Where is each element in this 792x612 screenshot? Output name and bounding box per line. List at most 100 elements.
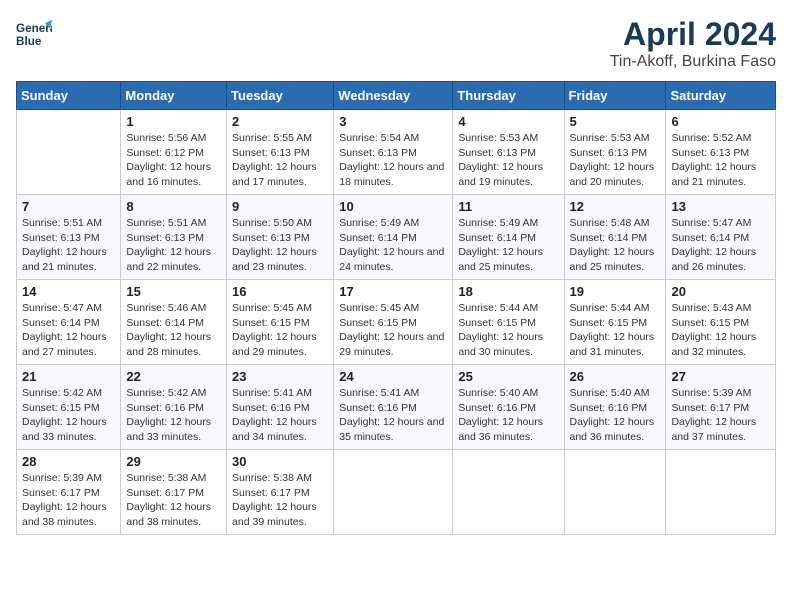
calendar-table: SundayMondayTuesdayWednesdayThursdayFrid…: [16, 81, 776, 535]
day-number: 1: [126, 114, 221, 129]
day-info: Sunrise: 5:45 AMSunset: 6:15 PMDaylight:…: [232, 301, 328, 360]
day-number: 9: [232, 199, 328, 214]
day-info: Sunrise: 5:44 AMSunset: 6:15 PMDaylight:…: [458, 301, 558, 360]
logo-icon: General Blue: [16, 16, 52, 52]
header-day-sunday: Sunday: [17, 82, 121, 110]
day-info: Sunrise: 5:56 AMSunset: 6:12 PMDaylight:…: [126, 131, 221, 190]
calendar-cell: 1 Sunrise: 5:56 AMSunset: 6:12 PMDaylight…: [121, 110, 227, 195]
day-number: 28: [22, 454, 115, 469]
week-row-4: 21 Sunrise: 5:42 AMSunset: 6:15 PMDayligh…: [17, 365, 776, 450]
calendar-cell: 21 Sunrise: 5:42 AMSunset: 6:15 PMDayligh…: [17, 365, 121, 450]
day-info: Sunrise: 5:43 AMSunset: 6:15 PMDaylight:…: [671, 301, 770, 360]
day-info: Sunrise: 5:40 AMSunset: 6:16 PMDaylight:…: [458, 386, 558, 445]
week-row-1: 1 Sunrise: 5:56 AMSunset: 6:12 PMDaylight…: [17, 110, 776, 195]
day-info: Sunrise: 5:51 AMSunset: 6:13 PMDaylight:…: [22, 216, 115, 275]
day-info: Sunrise: 5:50 AMSunset: 6:13 PMDaylight:…: [232, 216, 328, 275]
calendar-cell: [334, 450, 453, 535]
calendar-cell: 26 Sunrise: 5:40 AMSunset: 6:16 PMDayligh…: [564, 365, 666, 450]
calendar-cell: 30 Sunrise: 5:38 AMSunset: 6:17 PMDayligh…: [227, 450, 334, 535]
calendar-cell: 4Sunrise: 5:53 AMSunset: 6:13 PMDaylight…: [453, 110, 564, 195]
day-number: 15: [126, 284, 221, 299]
day-info: Sunrise: 5:38 AMSunset: 6:17 PMDaylight:…: [126, 471, 221, 530]
calendar-cell: 27 Sunrise: 5:39 AMSunset: 6:17 PMDayligh…: [666, 365, 776, 450]
calendar-cell: [564, 450, 666, 535]
day-info: Sunrise: 5:55 AMSunset: 6:13 PMDaylight:…: [232, 131, 328, 190]
day-info: Sunrise: 5:53 AMSunset: 6:13 PMDaylight:…: [570, 131, 661, 190]
svg-text:Blue: Blue: [16, 35, 42, 48]
day-number: 6: [671, 114, 770, 129]
calendar-cell: 6 Sunrise: 5:52 AMSunset: 6:13 PMDaylight…: [666, 110, 776, 195]
day-number: 22: [126, 369, 221, 384]
calendar-cell: 8 Sunrise: 5:51 AMSunset: 6:13 PMDaylight…: [121, 195, 227, 280]
calendar-cell: 9 Sunrise: 5:50 AMSunset: 6:13 PMDaylight…: [227, 195, 334, 280]
calendar-cell: 20 Sunrise: 5:43 AMSunset: 6:15 PMDayligh…: [666, 280, 776, 365]
day-number: 5: [570, 114, 661, 129]
calendar-cell: 25 Sunrise: 5:40 AMSunset: 6:16 PMDayligh…: [453, 365, 564, 450]
day-info: Sunrise: 5:51 AMSunset: 6:13 PMDaylight:…: [126, 216, 221, 275]
day-number: 16: [232, 284, 328, 299]
calendar-cell: 14 Sunrise: 5:47 AMSunset: 6:14 PMDayligh…: [17, 280, 121, 365]
day-info: Sunrise: 5:39 AMSunset: 6:17 PMDaylight:…: [671, 386, 770, 445]
day-info: Sunrise: 5:52 AMSunset: 6:13 PMDaylight:…: [671, 131, 770, 190]
day-number: 11: [458, 199, 558, 214]
day-info: Sunrise: 5:46 AMSunset: 6:14 PMDaylight:…: [126, 301, 221, 360]
day-number: 18: [458, 284, 558, 299]
calendar-cell: 12Sunrise: 5:48 AMSunset: 6:14 PMDayligh…: [564, 195, 666, 280]
day-info: Sunrise: 5:41 AMSunset: 6:16 PMDaylight:…: [232, 386, 328, 445]
day-number: 7: [22, 199, 115, 214]
day-number: 27: [671, 369, 770, 384]
day-number: 10: [339, 199, 447, 214]
day-number: 3: [339, 114, 447, 129]
day-number: 25: [458, 369, 558, 384]
day-info: Sunrise: 5:45 AMSunset: 6:15 PMDaylight:…: [339, 301, 447, 360]
day-info: Sunrise: 5:41 AMSunset: 6:16 PMDaylight:…: [339, 386, 447, 445]
day-info: Sunrise: 5:54 AMSunset: 6:13 PMDaylight:…: [339, 131, 447, 190]
header-day-thursday: Thursday: [453, 82, 564, 110]
day-number: 23: [232, 369, 328, 384]
logo: General Blue: [16, 16, 52, 52]
day-number: 8: [126, 199, 221, 214]
calendar-cell: 7 Sunrise: 5:51 AMSunset: 6:13 PMDaylight…: [17, 195, 121, 280]
day-number: 26: [570, 369, 661, 384]
calendar-cell: 16 Sunrise: 5:45 AMSunset: 6:15 PMDayligh…: [227, 280, 334, 365]
day-number: 30: [232, 454, 328, 469]
calendar-cell: 24 Sunrise: 5:41 AMSunset: 6:16 PMDayligh…: [334, 365, 453, 450]
day-number: 12: [570, 199, 661, 214]
day-info: Sunrise: 5:39 AMSunset: 6:17 PMDaylight:…: [22, 471, 115, 530]
calendar-cell: 13Sunrise: 5:47 AMSunset: 6:14 PMDayligh…: [666, 195, 776, 280]
day-info: Sunrise: 5:49 AMSunset: 6:14 PMDaylight:…: [339, 216, 447, 275]
day-number: 24: [339, 369, 447, 384]
day-number: 4: [458, 114, 558, 129]
title-area: April 2024 Tin-Akoff, Burkina Faso: [610, 16, 776, 71]
header-day-wednesday: Wednesday: [334, 82, 453, 110]
day-info: Sunrise: 5:40 AMSunset: 6:16 PMDaylight:…: [570, 386, 661, 445]
calendar-cell: [666, 450, 776, 535]
week-row-2: 7 Sunrise: 5:51 AMSunset: 6:13 PMDaylight…: [17, 195, 776, 280]
header: General Blue April 2024 Tin-Akoff, Burki…: [16, 16, 776, 71]
day-info: Sunrise: 5:47 AMSunset: 6:14 PMDaylight:…: [22, 301, 115, 360]
day-number: 2: [232, 114, 328, 129]
calendar-cell: 11 Sunrise: 5:49 AMSunset: 6:14 PMDayligh…: [453, 195, 564, 280]
day-number: 29: [126, 454, 221, 469]
calendar-cell: 29 Sunrise: 5:38 AMSunset: 6:17 PMDayligh…: [121, 450, 227, 535]
calendar-cell: [17, 110, 121, 195]
day-number: 14: [22, 284, 115, 299]
week-row-3: 14 Sunrise: 5:47 AMSunset: 6:14 PMDayligh…: [17, 280, 776, 365]
calendar-cell: 5 Sunrise: 5:53 AMSunset: 6:13 PMDaylight…: [564, 110, 666, 195]
day-number: 17: [339, 284, 447, 299]
header-row: SundayMondayTuesdayWednesdayThursdayFrid…: [17, 82, 776, 110]
day-number: 20: [671, 284, 770, 299]
calendar-cell: 3 Sunrise: 5:54 AMSunset: 6:13 PMDaylight…: [334, 110, 453, 195]
day-number: 21: [22, 369, 115, 384]
location-title: Tin-Akoff, Burkina Faso: [610, 53, 776, 71]
header-day-tuesday: Tuesday: [227, 82, 334, 110]
calendar-cell: 22Sunrise: 5:42 AMSunset: 6:16 PMDayligh…: [121, 365, 227, 450]
calendar-cell: 10 Sunrise: 5:49 AMSunset: 6:14 PMDayligh…: [334, 195, 453, 280]
day-info: Sunrise: 5:49 AMSunset: 6:14 PMDaylight:…: [458, 216, 558, 275]
header-day-monday: Monday: [121, 82, 227, 110]
day-info: Sunrise: 5:38 AMSunset: 6:17 PMDaylight:…: [232, 471, 328, 530]
calendar-cell: 28 Sunrise: 5:39 AMSunset: 6:17 PMDayligh…: [17, 450, 121, 535]
calendar-cell: 15 Sunrise: 5:46 AMSunset: 6:14 PMDayligh…: [121, 280, 227, 365]
day-info: Sunrise: 5:42 AMSunset: 6:15 PMDaylight:…: [22, 386, 115, 445]
calendar-cell: [453, 450, 564, 535]
